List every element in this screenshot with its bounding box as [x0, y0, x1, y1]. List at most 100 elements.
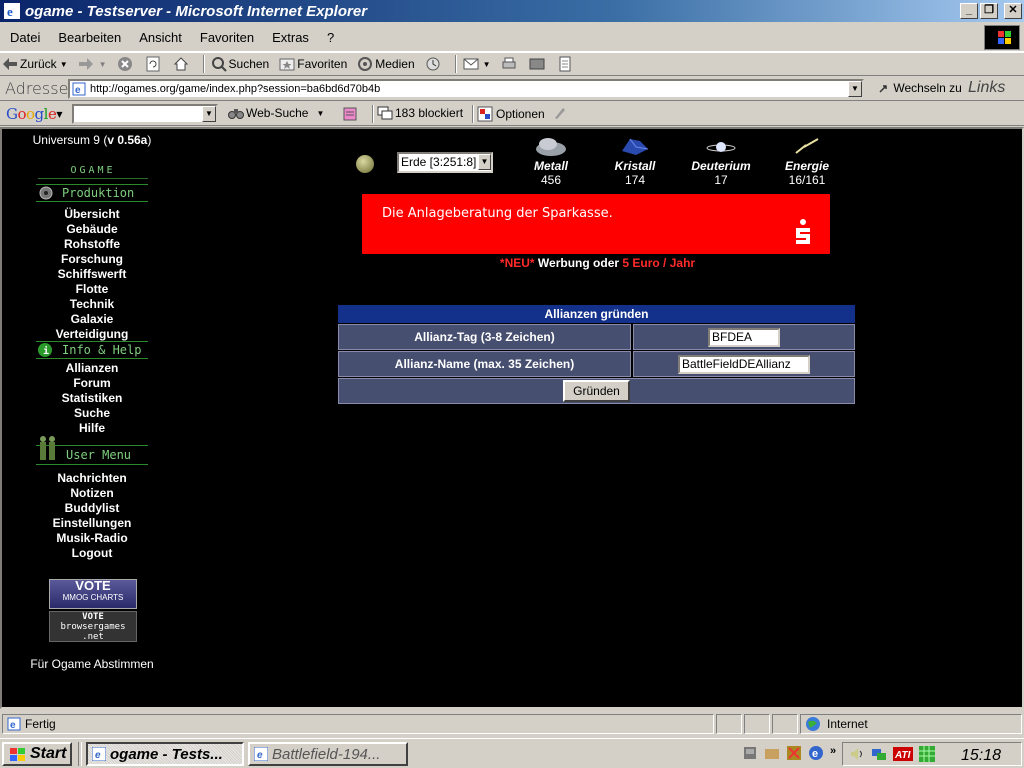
- nav-rohstoffe[interactable]: Rohstoffe: [2, 237, 182, 252]
- nav-verteidigung[interactable]: Verteidigung: [2, 327, 182, 342]
- close-button[interactable]: ✕: [1004, 3, 1022, 19]
- nav-forschung[interactable]: Forschung: [2, 252, 182, 267]
- task-battlefield[interactable]: e Battlefield-194...: [248, 742, 408, 766]
- ad-notice-text: Werbung oder: [534, 256, 623, 270]
- search-label: Suchen: [228, 57, 270, 71]
- ogame-logo: OGAME: [38, 165, 148, 179]
- tray-app-icon-1[interactable]: [742, 745, 758, 761]
- tray-app-icon-3[interactable]: [786, 745, 802, 761]
- nav-technik[interactable]: Technik: [2, 297, 182, 312]
- svg-text:e: e: [10, 720, 16, 731]
- discuss-button[interactable]: [555, 53, 577, 75]
- status-pane-empty-2: [744, 714, 770, 734]
- volume-icon[interactable]: [849, 746, 865, 762]
- google-options-button[interactable]: Optionen: [477, 106, 545, 122]
- google-logo[interactable]: Google▼: [6, 105, 62, 123]
- nav-gebaeude[interactable]: Gebäude: [2, 222, 182, 237]
- edit-button[interactable]: [527, 53, 549, 75]
- minimize-button[interactable]: _: [960, 3, 978, 19]
- menu-help[interactable]: ?: [317, 30, 342, 45]
- ie-task-icon: e: [254, 747, 268, 761]
- sparkasse-ad-banner[interactable]: Die Anlageberatung der Sparkasse.: [362, 194, 830, 254]
- globe-icon: [806, 717, 820, 731]
- vote-browsergames-banner[interactable]: VOTE browsergames .net: [49, 611, 137, 642]
- vote-mmog-charts-banner[interactable]: VOTE MMOG CHARTS: [49, 579, 137, 609]
- nav-einstellungen[interactable]: Einstellungen: [2, 516, 182, 531]
- nav-flotte[interactable]: Flotte: [2, 282, 182, 297]
- vote2-subtitle: browsergames: [60, 622, 126, 632]
- media-button[interactable]: Medien: [355, 53, 416, 75]
- nav-nachrichten[interactable]: Nachrichten: [2, 471, 182, 486]
- address-dropdown-button[interactable]: ▼: [848, 81, 862, 97]
- nav-galaxie[interactable]: Galaxie: [2, 312, 182, 327]
- history-button[interactable]: [423, 53, 445, 75]
- history-icon: [426, 57, 440, 71]
- gruenden-button[interactable]: Gründen: [563, 380, 630, 402]
- status-pane-empty-1: [716, 714, 742, 734]
- ie-quicklaunch-icon[interactable]: e: [808, 745, 824, 761]
- nav-notizen[interactable]: Notizen: [2, 486, 182, 501]
- options-label: Optionen: [496, 107, 545, 121]
- energie-value: 16/161: [788, 173, 826, 187]
- metall-value: 456: [540, 173, 562, 187]
- forward-button[interactable]: ▼: [76, 53, 109, 75]
- menu-datei[interactable]: Datei: [0, 30, 48, 45]
- nav-suche[interactable]: Suche: [2, 406, 182, 421]
- alliance-name-input[interactable]: [678, 354, 810, 374]
- media-icon: [358, 57, 373, 71]
- page-icon: e: [72, 82, 86, 96]
- nav-logout[interactable]: Logout: [2, 546, 182, 561]
- nav-schiffswerft[interactable]: Schiffswerft: [2, 267, 182, 282]
- menu-bearbeiten[interactable]: Bearbeiten: [48, 30, 129, 45]
- window-titlebar[interactable]: e ogame - Testserver - Microsoft Interne…: [0, 0, 1024, 22]
- back-button[interactable]: Zurück ▼: [0, 53, 70, 75]
- web-search-button[interactable]: Web-Suche ▼: [228, 106, 324, 120]
- nav-hilfe[interactable]: Hilfe: [2, 421, 182, 436]
- nav-statistiken[interactable]: Statistiken: [2, 391, 182, 406]
- google-search-input[interactable]: ▼: [72, 104, 218, 124]
- google-news-button[interactable]: [342, 106, 358, 122]
- go-button[interactable]: Wechseln zu: [878, 81, 962, 95]
- quicklaunch-tray: e »: [742, 745, 836, 761]
- menu-favoriten[interactable]: Favoriten: [190, 30, 262, 45]
- menu-extras[interactable]: Extras: [262, 30, 317, 45]
- tray-grid-icon[interactable]: [919, 746, 935, 762]
- start-button[interactable]: Start: [2, 742, 72, 766]
- popup-blocker-icon: [377, 106, 393, 120]
- nav-musik-radio[interactable]: Musik-Radio: [2, 531, 182, 546]
- nav-forum[interactable]: Forum: [2, 376, 182, 391]
- windows-logo-icon: [984, 25, 1020, 50]
- nav-buddylist[interactable]: Buddylist: [2, 501, 182, 516]
- links-button[interactable]: Links: [968, 79, 1005, 97]
- refresh-button[interactable]: [143, 53, 165, 75]
- energie-label: Energie: [784, 159, 829, 173]
- nav-allianzen[interactable]: Allianzen: [2, 361, 182, 376]
- alliance-tag-input[interactable]: [708, 327, 780, 347]
- ad-price-link[interactable]: 5 Euro / Jahr: [622, 256, 695, 270]
- nav-uebersicht[interactable]: Übersicht: [2, 207, 182, 222]
- favorites-button[interactable]: Favoriten: [277, 53, 349, 75]
- arrow-right-icon: [78, 58, 93, 70]
- planet-dropdown-button[interactable]: ▼: [478, 154, 491, 170]
- home-button[interactable]: [171, 53, 193, 75]
- news-icon: [343, 107, 357, 121]
- stop-button[interactable]: [115, 53, 137, 75]
- svg-text:i: i: [43, 345, 49, 357]
- task-ogame[interactable]: e ogame - Tests...: [86, 742, 244, 766]
- ati-icon[interactable]: ATI: [893, 746, 913, 762]
- go-label: Wechseln zu: [893, 81, 962, 95]
- google-search-dropdown[interactable]: ▼: [202, 106, 216, 122]
- search-button[interactable]: Suchen: [209, 53, 272, 75]
- network-icon[interactable]: [871, 746, 887, 762]
- print-button[interactable]: [499, 53, 521, 75]
- mail-button[interactable]: ▼: [461, 53, 493, 75]
- status-bar: e Fertig Internet: [0, 712, 1024, 736]
- planet-select[interactable]: Erde [3:251:8] ▼: [397, 152, 493, 173]
- address-input[interactable]: e http://ogames.org/game/index.php?sessi…: [68, 79, 864, 99]
- menu-ansicht[interactable]: Ansicht: [129, 30, 190, 45]
- tray-app-icon-2[interactable]: [764, 745, 780, 761]
- favorites-label: Favoriten: [297, 57, 348, 71]
- restore-button[interactable]: ❐: [980, 3, 998, 19]
- highlight-button[interactable]: [553, 106, 567, 120]
- popup-blocker-button[interactable]: 183 blockiert: [377, 106, 463, 120]
